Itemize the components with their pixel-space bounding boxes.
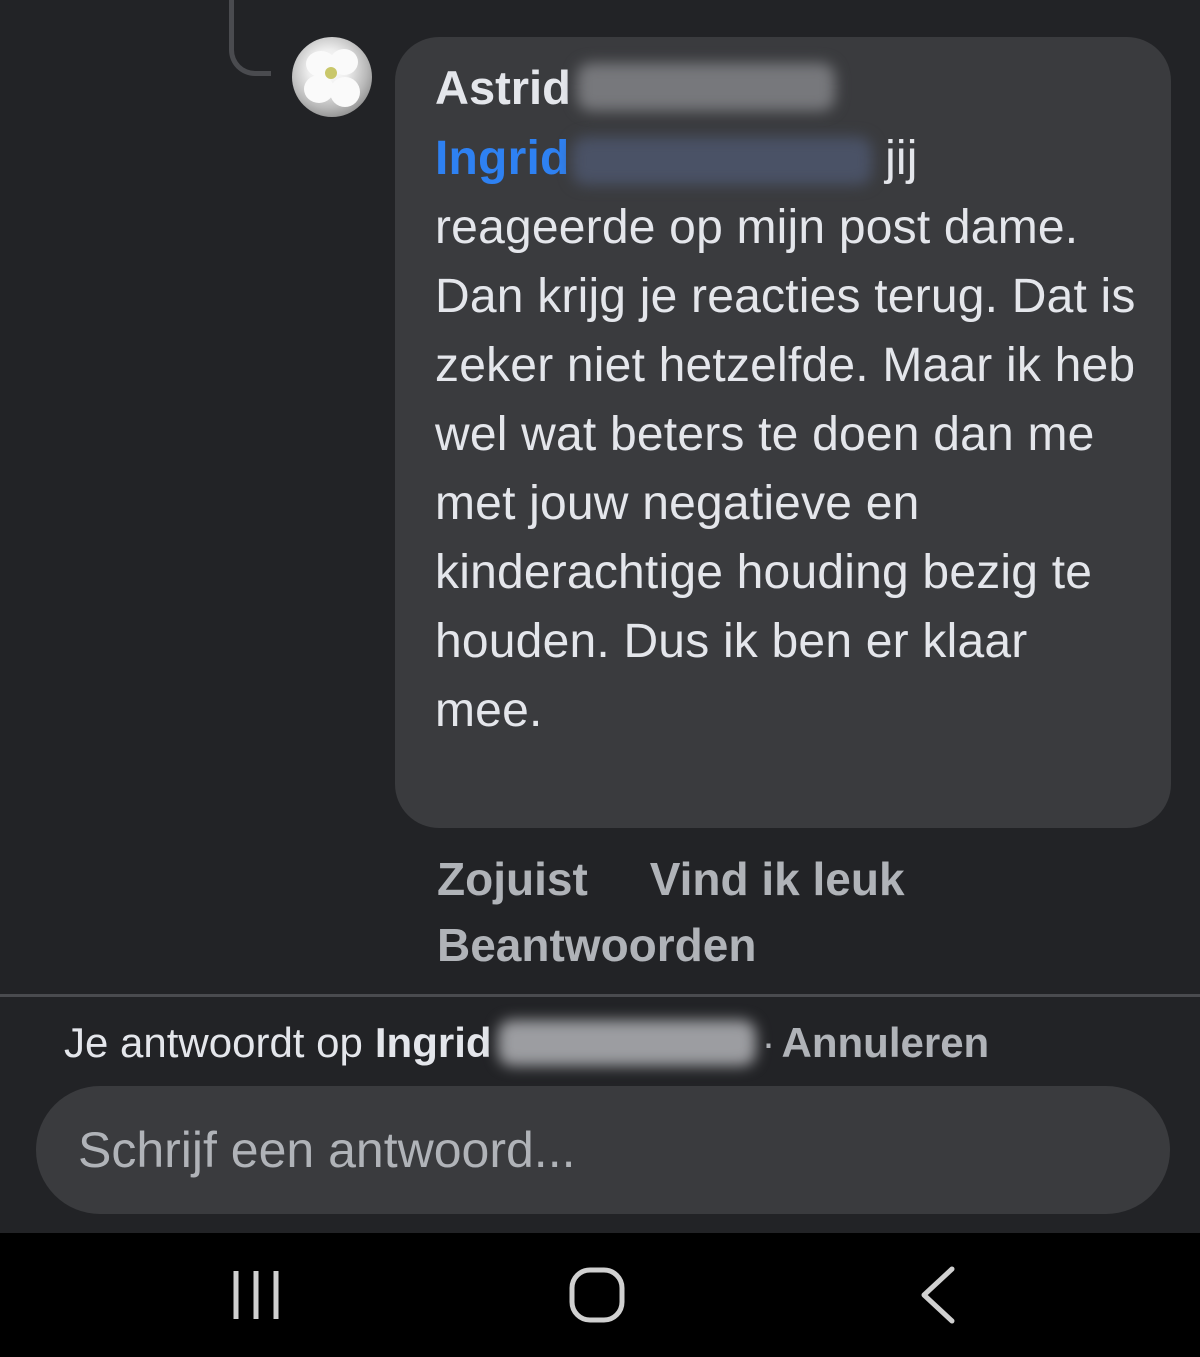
comment-text: Ingrid jij reageerde op mijn post dame. … bbox=[435, 124, 1141, 745]
redacted-surname bbox=[576, 63, 835, 111]
avatar-flower-center bbox=[325, 67, 337, 79]
replying-to-name: Ingrid bbox=[374, 1019, 492, 1066]
redacted-reply-surname bbox=[497, 1020, 756, 1066]
back-button[interactable] bbox=[888, 1233, 988, 1357]
timestamp[interactable]: Zojuist bbox=[437, 853, 588, 905]
avatar-petal bbox=[330, 77, 360, 107]
author-avatar[interactable] bbox=[292, 37, 372, 117]
divider bbox=[0, 994, 1200, 997]
home-icon bbox=[569, 1267, 625, 1323]
thread-connector bbox=[229, 0, 271, 76]
reply-input-placeholder: Schrijf een antwoord... bbox=[78, 1122, 576, 1178]
comment-bubble: Astrid Ingrid jij reageerde op mijn post… bbox=[395, 37, 1171, 828]
comment-body: jij reageerde op mijn post dame. Dan kri… bbox=[435, 132, 1136, 737]
cancel-button[interactable]: Annuleren bbox=[782, 1019, 990, 1067]
home-button[interactable] bbox=[547, 1233, 647, 1357]
author-row: Astrid bbox=[435, 55, 1141, 119]
separator: · bbox=[761, 1019, 776, 1066]
recents-button[interactable] bbox=[206, 1233, 306, 1357]
system-nav-bar bbox=[0, 1233, 1200, 1357]
comment-actions: Zojuist Vind ik leuk Beantwoorden bbox=[437, 846, 1157, 978]
like-button[interactable]: Vind ik leuk bbox=[650, 853, 905, 905]
recents-icon bbox=[233, 1271, 279, 1319]
author-name[interactable]: Astrid bbox=[435, 60, 571, 115]
reply-button[interactable]: Beantwoorden bbox=[437, 919, 756, 971]
reply-input[interactable]: Schrijf een antwoord... bbox=[36, 1086, 1170, 1214]
mention-link[interactable]: Ingrid bbox=[435, 132, 570, 185]
redacted-mention-surname bbox=[571, 137, 872, 186]
back-icon bbox=[921, 1266, 955, 1324]
replying-to-bar: Je antwoordt op Ingrid · Annuleren bbox=[64, 1013, 989, 1073]
replying-to-label: Je antwoordt op bbox=[64, 1019, 363, 1066]
